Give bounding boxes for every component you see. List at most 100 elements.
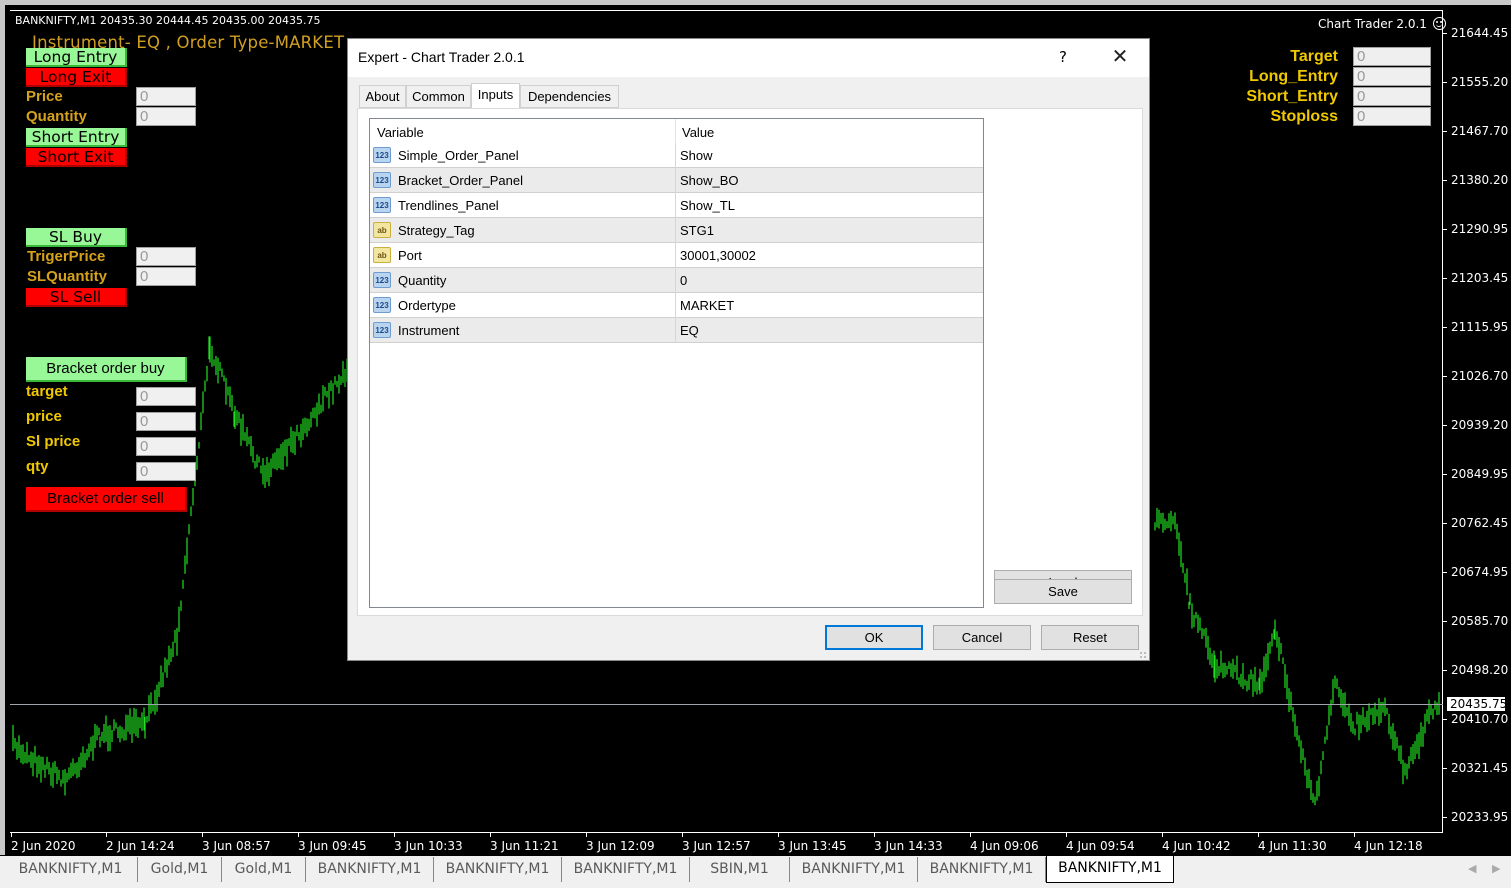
- x-tick: [682, 833, 683, 837]
- tl-target-label: Target: [1290, 48, 1338, 65]
- chart-tab[interactable]: BANKNIFTY,M1: [918, 857, 1046, 882]
- mt-terminal: BANKNIFTY,M1 20435.30 20444.45 20435.00 …: [0, 0, 1511, 888]
- bracket-sell-button[interactable]: Bracket order sell: [26, 487, 187, 512]
- x-tick: [586, 833, 587, 837]
- y-tick: [1443, 425, 1447, 426]
- bracket-target-input[interactable]: 0: [136, 387, 196, 406]
- tab-dependencies[interactable]: Dependencies: [520, 85, 619, 108]
- chart-tab[interactable]: BANKNIFTY,M1: [434, 857, 562, 882]
- chart-tab[interactable]: Gold,M1: [138, 857, 222, 882]
- chart-tab[interactable]: BANKNIFTY,M1: [562, 857, 690, 882]
- y-tick-label: 21203.45: [1451, 271, 1509, 285]
- x-tick: [1258, 833, 1259, 837]
- x-tick-label: 4 Jun 11:30: [1258, 839, 1327, 853]
- y-tick: [1443, 817, 1447, 818]
- variable-value[interactable]: Show_BO: [680, 173, 739, 188]
- chart-tab[interactable]: BANKNIFTY,M1: [790, 857, 918, 882]
- bracket-buy-button[interactable]: Bracket order buy: [26, 357, 187, 382]
- x-tick-label: 3 Jun 12:57: [682, 839, 751, 853]
- help-button[interactable]: ?: [1051, 45, 1075, 69]
- y-tick-label: 21380.20: [1451, 173, 1509, 187]
- y-tick-label: 21026.70: [1451, 369, 1509, 383]
- x-tick: [970, 833, 971, 837]
- x-tick: [1162, 833, 1163, 837]
- input-row[interactable]: 123 Quantity 0: [370, 268, 983, 293]
- long-entry-button[interactable]: Long Entry: [26, 48, 127, 67]
- x-tick: [778, 833, 779, 837]
- bracket-price-label: price: [26, 408, 62, 425]
- bracket-slprice-input[interactable]: 0: [136, 437, 196, 456]
- chart-tab[interactable]: BANKNIFTY,M1: [306, 857, 434, 882]
- y-tick: [1443, 180, 1447, 181]
- trigger-price-input[interactable]: 0: [136, 247, 196, 266]
- variable-value[interactable]: EQ: [680, 323, 699, 338]
- y-tick-label: 20939.20: [1451, 418, 1509, 432]
- header-variable[interactable]: Variable: [377, 125, 424, 140]
- sl-quantity-input[interactable]: 0: [136, 267, 196, 286]
- variable-name: Instrument: [398, 323, 460, 338]
- tl-target-input[interactable]: 0: [1353, 47, 1431, 66]
- sl-quantity-label: SLQuantity: [27, 268, 108, 285]
- variable-value[interactable]: Show: [680, 148, 713, 163]
- input-row[interactable]: 123 Ordertype MARKET: [370, 293, 983, 318]
- chart-tab[interactable]: Gold,M1: [222, 857, 306, 882]
- y-tick: [1443, 719, 1447, 720]
- tab-common[interactable]: Common: [406, 85, 471, 108]
- x-tick: [106, 833, 107, 837]
- tab-inputs[interactable]: Inputs: [471, 83, 520, 109]
- dialog-titlebar[interactable]: Expert - Chart Trader 2.0.1 ? ✕: [348, 39, 1149, 77]
- cancel-button[interactable]: Cancel: [933, 625, 1031, 650]
- trigger-price-label: TrigerPrice: [27, 248, 106, 265]
- variable-value[interactable]: MARKET: [680, 298, 734, 313]
- price-input[interactable]: 0: [136, 87, 196, 106]
- y-tick: [1443, 523, 1447, 524]
- bracket-price-input[interactable]: 0: [136, 412, 196, 431]
- ok-button[interactable]: OK: [825, 625, 923, 650]
- chart-tab-bar: BANKNIFTY,M1 Gold,M1 Gold,M1 BANKNIFTY,M1 BA…: [0, 855, 1511, 888]
- y-tick-label: 20321.45: [1451, 761, 1509, 775]
- tab-about[interactable]: About: [359, 85, 406, 108]
- input-row[interactable]: 123 Instrument EQ: [370, 318, 983, 343]
- short-entry-button[interactable]: Short Entry: [26, 128, 127, 147]
- chart-tab[interactable]: BANKNIFTY,M1: [1046, 856, 1174, 883]
- input-row[interactable]: 123 Bracket_Order_Panel Show_BO: [370, 168, 983, 193]
- y-tick-label: 20762.45: [1451, 516, 1509, 530]
- input-row[interactable]: ab Strategy_Tag STG1: [370, 218, 983, 243]
- y-tick-label: 20674.95: [1451, 565, 1509, 579]
- x-tick-label: 3 Jun 09:45: [298, 839, 367, 853]
- input-row[interactable]: 123 Simple_Order_Panel Show: [370, 143, 983, 168]
- x-tick-label: 3 Jun 14:33: [874, 839, 943, 853]
- input-row[interactable]: ab Port 30001,30002: [370, 243, 983, 268]
- variable-value[interactable]: STG1: [680, 223, 714, 238]
- variable-value[interactable]: 0: [680, 273, 687, 288]
- quantity-input[interactable]: 0: [136, 107, 196, 126]
- y-tick-label: 20233.95: [1451, 810, 1509, 824]
- bid-line: [10, 704, 1443, 705]
- reset-button[interactable]: Reset: [1041, 625, 1139, 650]
- ea-name: Chart Trader 2.0.1: [1318, 17, 1427, 31]
- tl-stoploss-input[interactable]: 0: [1353, 107, 1431, 126]
- bracket-qty-input[interactable]: 0: [136, 462, 196, 481]
- header-value[interactable]: Value: [682, 125, 714, 140]
- close-button[interactable]: ✕: [1103, 45, 1137, 69]
- variable-value[interactable]: 30001,30002: [680, 248, 756, 263]
- chart-tab[interactable]: SBIN,M1: [690, 857, 790, 882]
- resize-grip-icon[interactable]: [1139, 651, 1147, 659]
- inputs-grid: Variable Value 123 Simple_Order_Panel Show…: [369, 118, 984, 608]
- y-tick-label: 20410.70: [1451, 712, 1509, 726]
- tl-long-entry-input[interactable]: 0: [1353, 67, 1431, 86]
- sl-sell-button[interactable]: SL Sell: [26, 288, 127, 307]
- tab-scroll-left-icon[interactable]: ◀: [1468, 862, 1476, 875]
- tl-short-entry-input[interactable]: 0: [1353, 87, 1431, 106]
- integer-type-icon: 123: [373, 297, 391, 313]
- integer-type-icon: 123: [373, 172, 391, 188]
- variable-value[interactable]: Show_TL: [680, 198, 735, 213]
- chart-tab[interactable]: BANKNIFTY,M1: [4, 857, 138, 882]
- input-row[interactable]: 123 Trendlines_Panel Show_TL: [370, 193, 983, 218]
- sl-buy-button[interactable]: SL Buy: [26, 228, 127, 247]
- short-exit-button[interactable]: Short Exit: [26, 148, 127, 167]
- y-tick-label: 21290.95: [1451, 222, 1509, 236]
- long-exit-button[interactable]: Long Exit: [26, 68, 127, 87]
- save-button[interactable]: Save: [994, 579, 1132, 604]
- tab-scroll-right-icon[interactable]: ▶: [1492, 862, 1500, 875]
